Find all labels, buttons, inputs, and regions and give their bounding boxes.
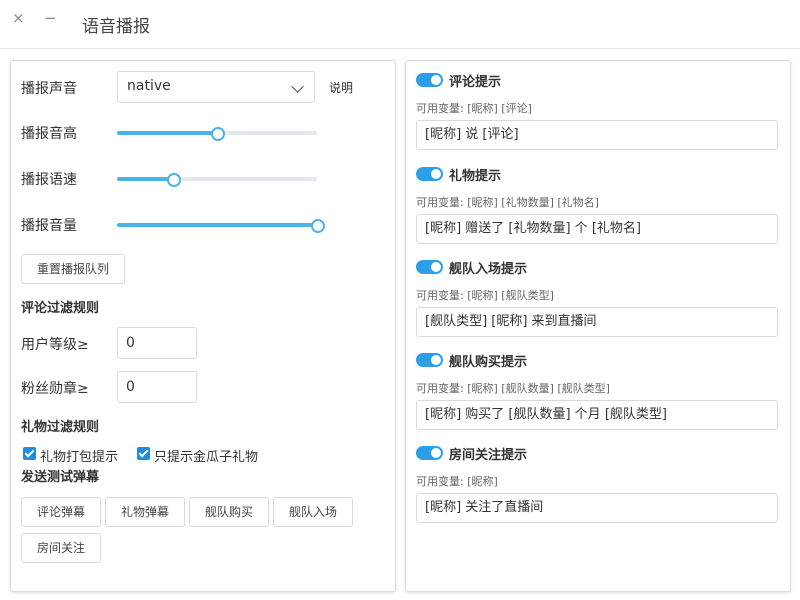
gold-gift-only-label: 只提示金瓜子礼物 bbox=[154, 450, 259, 465]
follow-prompt-template[interactable]: [昵称] 关注了直播间 bbox=[416, 493, 778, 523]
user-level-input[interactable]: 0 bbox=[117, 327, 197, 359]
help-link[interactable]: 说明 bbox=[329, 79, 353, 96]
toggle-knob bbox=[431, 262, 441, 272]
speed-slider[interactable] bbox=[117, 173, 317, 187]
reset-queue-button[interactable]: 重置播报队列 bbox=[21, 254, 125, 284]
volume-slider-thumb[interactable] bbox=[311, 219, 325, 233]
test-follow-button[interactable]: 房间关注 bbox=[21, 533, 101, 563]
gift-prompt-template[interactable]: [昵称] 赠送了 [礼物数量] 个 [礼物名] bbox=[416, 214, 778, 244]
fleet-enter-prompt-toggle[interactable] bbox=[416, 260, 443, 274]
gift-prompt-title: 礼物提示 bbox=[449, 169, 502, 184]
fleet-enter-prompt-title: 舰队入场提示 bbox=[449, 262, 528, 277]
settings-panel: 播报声音 native 说明 播报音高 播报语速 播报音量 重置播报队列 评论过… bbox=[10, 60, 396, 592]
voice-label: 播报声音 bbox=[21, 81, 77, 97]
minimize-icon[interactable]: − bbox=[44, 8, 57, 28]
voice-select-value: native bbox=[127, 78, 171, 94]
test-fleet-buy-button[interactable]: 舰队购买 bbox=[189, 497, 269, 527]
fleet-buy-prompt-toggle[interactable] bbox=[416, 353, 443, 367]
toggle-knob bbox=[431, 448, 441, 458]
follow-prompt-vars: 可用变量: [昵称] bbox=[416, 475, 498, 488]
follow-prompt-title: 房间关注提示 bbox=[449, 448, 528, 463]
comment-prompt-vars: 可用变量: [昵称] [评论] bbox=[416, 102, 532, 115]
toggle-knob bbox=[431, 169, 441, 179]
voice-select[interactable]: native bbox=[117, 71, 315, 103]
pitch-slider[interactable] bbox=[117, 127, 317, 141]
prompts-panel: 评论提示 可用变量: [昵称] [评论] [昵称] 说 [评论] 礼物提示 可用… bbox=[405, 60, 791, 592]
test-danmaku-title: 发送测试弹幕 bbox=[21, 470, 100, 485]
gift-prompt-vars: 可用变量: [昵称] [礼物数量] [礼物名] bbox=[416, 196, 599, 209]
volume-slider[interactable] bbox=[117, 219, 325, 233]
gift-pack-label: 礼物打包提示 bbox=[40, 450, 119, 465]
fleet-buy-prompt-title: 舰队购买提示 bbox=[449, 355, 528, 370]
volume-label: 播报音量 bbox=[21, 218, 77, 234]
test-fleet-enter-button[interactable]: 舰队入场 bbox=[273, 497, 353, 527]
fleet-enter-prompt-template[interactable]: [舰队类型] [昵称] 来到直播间 bbox=[416, 307, 778, 337]
pitch-slider-fill bbox=[117, 131, 217, 135]
gift-filter-title: 礼物过滤规则 bbox=[21, 420, 100, 435]
fleet-buy-prompt-vars: 可用变量: [昵称] [舰队数量] [舰队类型] bbox=[416, 382, 610, 395]
checkbox-checked-icon bbox=[23, 447, 36, 460]
comment-prompt-template[interactable]: [昵称] 说 [评论] bbox=[416, 120, 778, 150]
test-gift-button[interactable]: 礼物弹幕 bbox=[105, 497, 185, 527]
close-icon[interactable]: × bbox=[12, 8, 25, 28]
comment-filter-title: 评论过滤规则 bbox=[21, 301, 100, 316]
fleet-buy-prompt-template[interactable]: [昵称] 购买了 [舰队数量] 个月 [舰队类型] bbox=[416, 400, 778, 430]
fan-medal-input[interactable]: 0 bbox=[117, 371, 197, 403]
checkbox-checked-icon bbox=[137, 447, 150, 460]
follow-prompt-toggle[interactable] bbox=[416, 446, 443, 460]
speed-label: 播报语速 bbox=[21, 172, 77, 188]
gift-prompt-toggle[interactable] bbox=[416, 167, 443, 181]
toggle-knob bbox=[431, 355, 441, 365]
fleet-enter-prompt-vars: 可用变量: [昵称] [舰队类型] bbox=[416, 289, 554, 302]
title-bar: × − 语音播报 bbox=[0, 0, 800, 49]
speed-slider-thumb[interactable] bbox=[167, 173, 181, 187]
page-title: 语音播报 bbox=[82, 17, 150, 37]
fan-medal-label: 粉丝勋章≥ bbox=[21, 381, 89, 397]
comment-prompt-toggle[interactable] bbox=[416, 73, 443, 87]
comment-prompt-title: 评论提示 bbox=[449, 75, 502, 90]
pitch-slider-thumb[interactable] bbox=[211, 127, 225, 141]
pitch-label: 播报音高 bbox=[21, 126, 77, 142]
chevron-down-icon bbox=[291, 80, 304, 93]
volume-slider-fill bbox=[117, 223, 317, 227]
test-comment-button[interactable]: 评论弹幕 bbox=[21, 497, 101, 527]
user-level-label: 用户等级≥ bbox=[21, 337, 89, 353]
speed-slider-fill bbox=[117, 177, 173, 181]
toggle-knob bbox=[431, 75, 441, 85]
